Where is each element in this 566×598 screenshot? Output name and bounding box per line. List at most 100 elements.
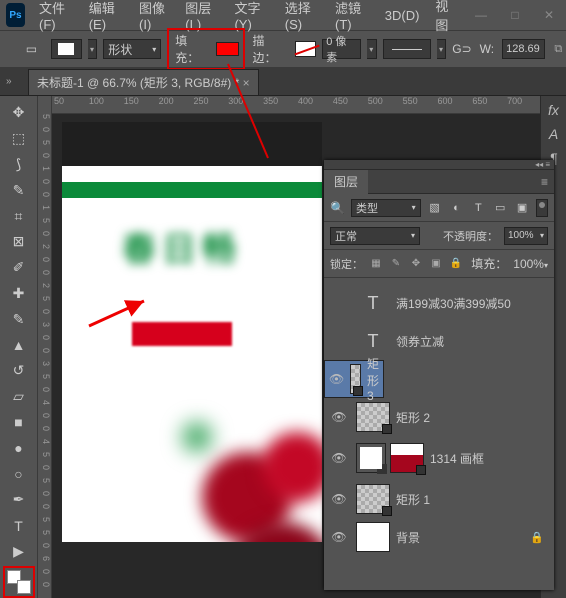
eyedropper-tool-icon[interactable]: ✐	[7, 255, 31, 281]
menu-edit[interactable]: 编辑(E)	[81, 0, 131, 36]
fill-opacity-input[interactable]: 100%▾	[513, 257, 548, 271]
lock-all-icon[interactable]: 🔒	[449, 257, 463, 271]
visibility-toggle-icon[interactable]: 👁	[328, 410, 350, 424]
crop-tool-icon[interactable]: ⌗	[7, 203, 31, 229]
fg-bg-colors-highlight[interactable]	[3, 566, 35, 598]
path-select-tool-icon[interactable]: ▶	[7, 539, 31, 565]
filter-kind-select[interactable]: 类型▾	[351, 199, 421, 217]
char-panel-icon[interactable]: A	[549, 126, 558, 142]
move-tool-icon[interactable]: ✥	[7, 100, 31, 126]
window-maximize-icon[interactable]: □	[498, 6, 532, 24]
visibility-toggle-icon[interactable]: 👁	[328, 492, 350, 506]
layer-row[interactable]: T领券立减	[324, 322, 554, 360]
frame-mask-thumb[interactable]	[356, 443, 386, 473]
lock-paint-icon[interactable]: ✎	[389, 257, 403, 271]
tab-close-icon[interactable]: ×	[243, 76, 250, 90]
panel-menu-icon[interactable]: ≡	[535, 175, 554, 189]
layer-thumbnail[interactable]	[356, 522, 390, 552]
document-tab[interactable]: 未标题-1 @ 66.7% (矩形 3, RGB/8#) * ×	[28, 69, 259, 95]
lock-trans-icon[interactable]: ▦	[369, 257, 383, 271]
ruler-tick: 100	[87, 96, 122, 113]
layer-name[interactable]: 矩形 1	[396, 491, 430, 508]
background-color-icon[interactable]	[17, 580, 31, 594]
fx-panel-icon[interactable]: fx	[548, 102, 559, 118]
link-wh-icon[interactable]: ⧉	[551, 41, 566, 57]
layer-row[interactable]: 👁 矩形 1	[324, 480, 554, 518]
layer-name[interactable]: 领券立减	[396, 333, 444, 350]
frame-tool-icon[interactable]: ⊠	[7, 229, 31, 255]
blend-mode-select[interactable]: 正常▾	[330, 227, 420, 245]
filter-adjust-icon[interactable]: ◐	[448, 200, 464, 216]
lock-artboard-icon[interactable]: ▣	[429, 257, 443, 271]
menu-select[interactable]: 选择(S)	[277, 0, 327, 36]
active-tool-icon[interactable]: ▭	[18, 38, 45, 60]
panel-collapse-bar[interactable]: ◂◂ ≡	[324, 160, 554, 170]
visibility-toggle-icon[interactable]: 👁	[329, 372, 344, 386]
history-brush-tool-icon[interactable]: ↺	[7, 358, 31, 384]
layer-name[interactable]: 矩形 2	[396, 409, 430, 426]
healing-tool-icon[interactable]: ✚	[7, 281, 31, 307]
ruler-tick: 200	[157, 96, 192, 113]
dodge-tool-icon[interactable]: ○	[7, 461, 31, 487]
eraser-tool-icon[interactable]: ▱	[7, 384, 31, 410]
width-input[interactable]: 128.69	[502, 39, 545, 59]
layer-thumbnail[interactable]	[356, 484, 390, 514]
visibility-toggle-icon[interactable]: 👁	[328, 451, 350, 465]
layer-row[interactable]: 👁矩形 3	[324, 360, 384, 398]
layer-row[interactable]: 👁背景🔒	[324, 518, 554, 556]
layer-name[interactable]: 1314 画框	[430, 450, 484, 467]
menu-file[interactable]: 文件(F)	[31, 0, 81, 36]
window-close-icon[interactable]: ✕	[532, 6, 566, 24]
visibility-toggle-icon[interactable]: 👁	[328, 530, 350, 544]
ruler-tick: 3	[38, 361, 51, 374]
search-icon[interactable]: 🔍	[330, 201, 345, 215]
swatch-dropdown-icon[interactable]: ▾	[88, 39, 98, 59]
ruler-tick: 5	[38, 218, 51, 231]
ruler-tick: 2	[38, 283, 51, 296]
fill-color-swatch[interactable]	[216, 42, 239, 56]
layers-tab[interactable]: 图层	[324, 169, 368, 194]
menu-view[interactable]: 视图	[427, 0, 464, 38]
layer-name[interactable]: 满199减30满399减50	[396, 295, 511, 312]
stroke-width-input[interactable]: 0 像素	[322, 39, 361, 59]
layer-name[interactable]: 背景	[396, 529, 420, 546]
menu-3d[interactable]: 3D(D)	[377, 4, 428, 27]
ruler-tick: 0	[38, 231, 51, 244]
stroke-style-select[interactable]	[383, 39, 431, 59]
ruler-tick: 0	[38, 413, 51, 426]
filter-toggle[interactable]	[536, 199, 548, 217]
document-canvas[interactable]: 春日畅	[62, 122, 322, 542]
stroke-style-dropdown-icon[interactable]: ▾	[437, 39, 447, 59]
tab-list-dropdown-icon[interactable]: »	[6, 76, 28, 87]
swatch-button[interactable]	[51, 39, 82, 59]
opacity-input[interactable]: 100%▾	[504, 227, 548, 245]
menu-filter[interactable]: 滤镜(T)	[327, 0, 377, 36]
type-tool-icon[interactable]: T	[7, 513, 31, 539]
marquee-tool-icon[interactable]: ⬚	[7, 126, 31, 152]
pen-tool-icon[interactable]: ✒	[7, 487, 31, 513]
filter-shape-icon[interactable]: ▭	[492, 200, 508, 216]
shape-mode-select[interactable]: 形状▾	[103, 39, 161, 59]
filter-smart-icon[interactable]: ▣	[514, 200, 530, 216]
quick-select-tool-icon[interactable]: ✎	[7, 177, 31, 203]
brush-tool-icon[interactable]: ✎	[7, 306, 31, 332]
filter-pixel-icon[interactable]: ▧	[427, 200, 443, 216]
stamp-tool-icon[interactable]: ▲	[7, 332, 31, 358]
layer-row[interactable]: 👁 矩形 2	[324, 398, 554, 436]
lock-pos-icon[interactable]: ✥	[409, 257, 423, 271]
ruler-tick: 1	[38, 166, 51, 179]
window-minimize-icon[interactable]: —	[464, 6, 498, 24]
layer-row[interactable]: T满199减30满399减50	[324, 284, 554, 322]
gradient-tool-icon[interactable]: ■	[7, 410, 31, 436]
canvas-red-rectangle[interactable]	[132, 322, 232, 346]
frame-content-thumb[interactable]	[390, 443, 424, 473]
layer-row[interactable]: 👁 1314 画框	[324, 436, 554, 480]
layer-name[interactable]: 矩形 3	[367, 355, 379, 403]
stroke-width-dropdown-icon[interactable]: ▾	[367, 39, 377, 59]
lasso-tool-icon[interactable]: ⟆	[7, 152, 31, 178]
filter-type-icon[interactable]: T	[470, 200, 486, 216]
layer-thumbnail[interactable]	[356, 402, 390, 432]
layer-thumbnail[interactable]	[350, 364, 361, 394]
blur-tool-icon[interactable]: ●	[7, 435, 31, 461]
stroke-color-swatch[interactable]	[295, 41, 316, 57]
